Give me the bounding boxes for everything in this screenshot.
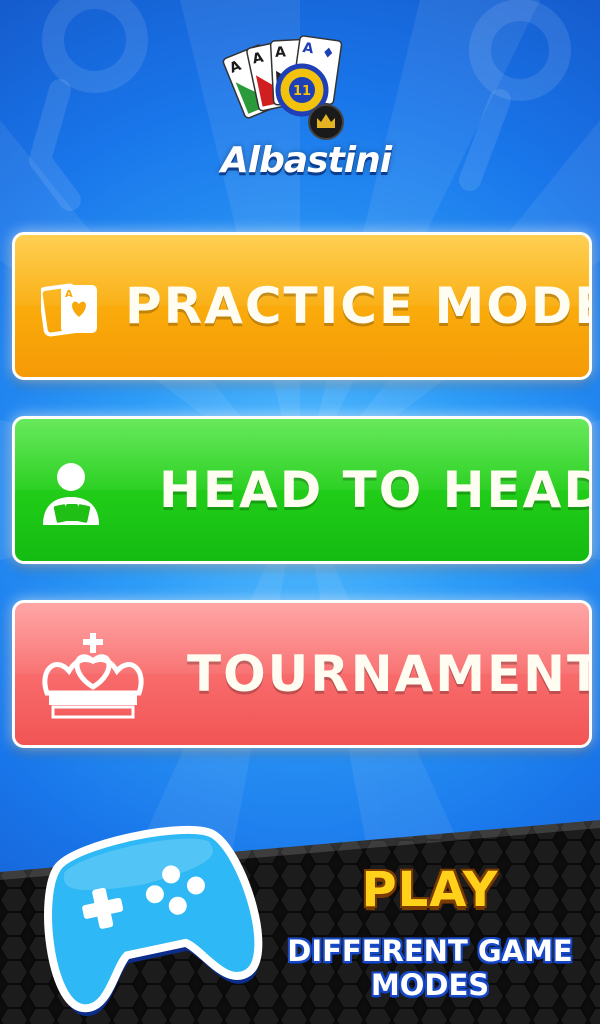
promo-subline-2: MODES (370, 968, 490, 1002)
promo-subline: DIFFERENT GAME MODES (280, 934, 580, 1002)
gamepad-icon (28, 780, 268, 1020)
promo-headline: PLAY (361, 862, 499, 918)
promo-subline-1: DIFFERENT GAME (287, 934, 573, 968)
